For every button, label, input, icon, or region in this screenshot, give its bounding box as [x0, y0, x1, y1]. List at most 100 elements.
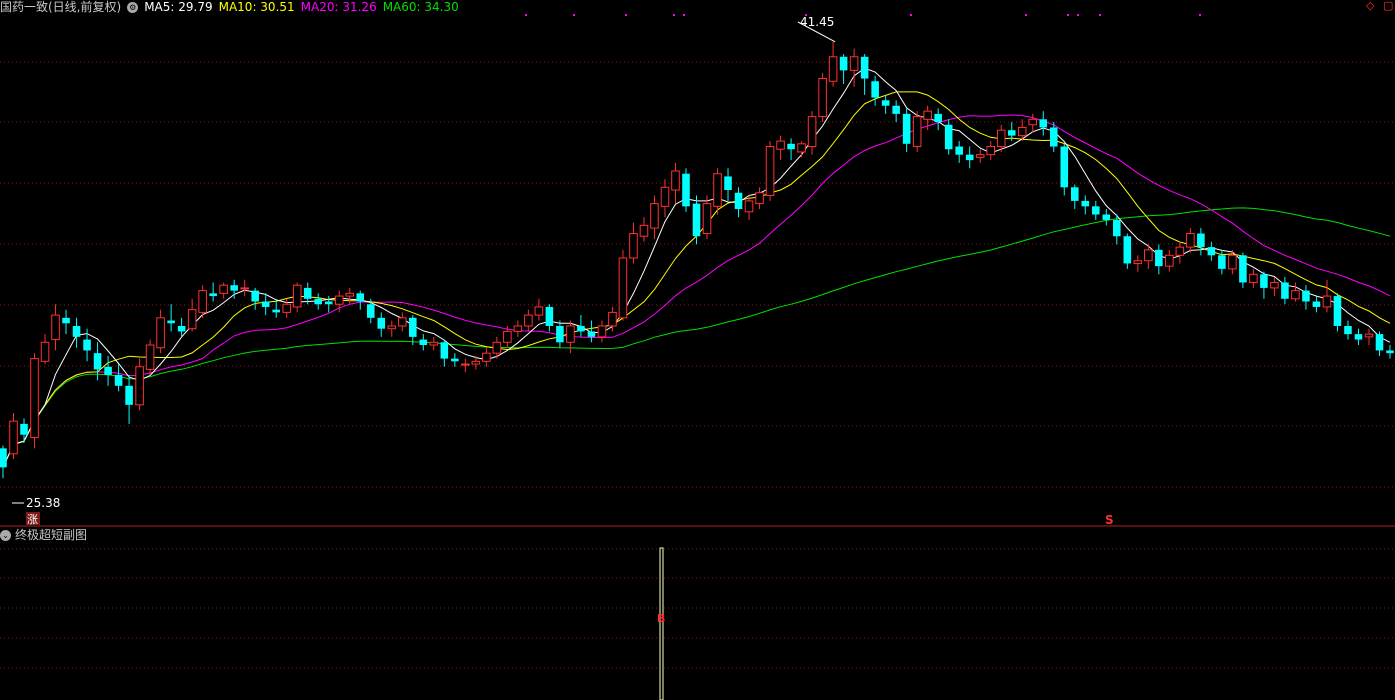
candle-down [62, 317, 70, 324]
candle-down [1092, 206, 1100, 215]
candle-down [1375, 334, 1384, 351]
ma10-line [2, 91, 1391, 468]
buy-signal-mark: B [657, 612, 665, 625]
candle-down [1218, 255, 1226, 269]
candle-down [409, 317, 417, 337]
candle-down [1207, 247, 1216, 256]
top-marker-dot [1025, 14, 1027, 16]
top-marker-dot [673, 14, 675, 16]
sell-signal-mark: S [1105, 513, 1114, 527]
candle-up [629, 233, 638, 259]
candle-down [83, 339, 91, 351]
candle-down [114, 374, 123, 386]
candle-down [1049, 127, 1058, 147]
candle-down [724, 176, 732, 191]
candle-up [461, 363, 470, 366]
candle-down [734, 192, 743, 210]
candle-down [1081, 200, 1090, 207]
ma5-line [2, 67, 1391, 468]
candle-up [513, 325, 523, 332]
candle-up [597, 325, 607, 338]
candle-up [713, 173, 722, 207]
candle-up [534, 306, 544, 316]
candle-down [1239, 255, 1247, 283]
candle-up [40, 341, 50, 362]
candle-down [1302, 290, 1310, 302]
candle-down [272, 309, 280, 313]
ma10-path [2, 91, 1391, 468]
low-price-label: 25.38 [26, 496, 60, 510]
candle-up [1028, 118, 1038, 126]
candle-down [692, 203, 701, 237]
candle-up [765, 146, 775, 196]
top-marker-dot [1099, 14, 1101, 16]
candle-up [1249, 273, 1258, 283]
top-marker-dot [1077, 14, 1079, 16]
candle-up [1228, 254, 1237, 270]
candle-down [587, 331, 596, 337]
candle-down [1007, 130, 1016, 136]
candle-down [545, 306, 554, 326]
candle-down [366, 304, 375, 318]
candle-up [849, 56, 859, 71]
candle-down [125, 385, 133, 405]
candle-down [1281, 282, 1289, 299]
candle-up [744, 200, 754, 213]
candle-down [577, 325, 585, 332]
candle-down [0, 448, 7, 468]
candle-down [440, 342, 449, 359]
candle-up [776, 140, 785, 150]
candle-up [1144, 249, 1153, 262]
candle-up [566, 325, 575, 343]
grid [0, 61, 1395, 669]
top-marker-dot [1199, 14, 1201, 16]
top-marker-dot [1067, 14, 1069, 16]
candle-up [1270, 281, 1279, 289]
candle-up [503, 330, 512, 343]
candle-down [104, 366, 112, 375]
candle-down [881, 100, 890, 106]
candle-up [9, 420, 18, 455]
candle-down [1123, 236, 1132, 264]
top-marker-dot [910, 14, 912, 16]
candle-up [30, 358, 39, 438]
rise-badge: 涨 [27, 513, 38, 526]
candle-up [1165, 254, 1174, 267]
candle-down [1039, 119, 1048, 128]
candle-up [492, 341, 502, 354]
candle-down [419, 339, 428, 346]
candle-up [187, 309, 197, 330]
candle-up [471, 360, 481, 365]
candle-up [660, 186, 670, 207]
candles [0, 21, 1394, 504]
candle-down [1197, 233, 1205, 248]
candle-down [356, 293, 365, 302]
candle-down [860, 56, 869, 79]
candle-up [345, 292, 355, 297]
candle-down [20, 423, 28, 435]
candle-down [682, 173, 690, 207]
candle-up [912, 116, 922, 148]
candle-up [1322, 295, 1332, 308]
candle-up [975, 154, 985, 158]
candle-up [923, 110, 932, 120]
candle-down [1070, 187, 1079, 201]
top-marker-dot [625, 14, 627, 16]
candle-up [650, 203, 659, 229]
candle-down [261, 301, 270, 307]
kline-chart[interactable]: 41.45 25.38 涨 S B [0, 0, 1395, 700]
candle-down [451, 358, 459, 362]
candle-down [1113, 219, 1121, 237]
candle-up [818, 78, 827, 118]
candle-up [145, 344, 155, 370]
candle-up [198, 290, 207, 313]
candle-down [314, 298, 323, 305]
candle-up [797, 143, 806, 153]
candle-down [1333, 296, 1342, 326]
candle-down [177, 325, 186, 332]
candle-up [292, 284, 302, 308]
candle-down [934, 113, 942, 123]
candle-down [1260, 274, 1268, 288]
candle-up [524, 314, 533, 327]
candle-up [702, 203, 712, 235]
